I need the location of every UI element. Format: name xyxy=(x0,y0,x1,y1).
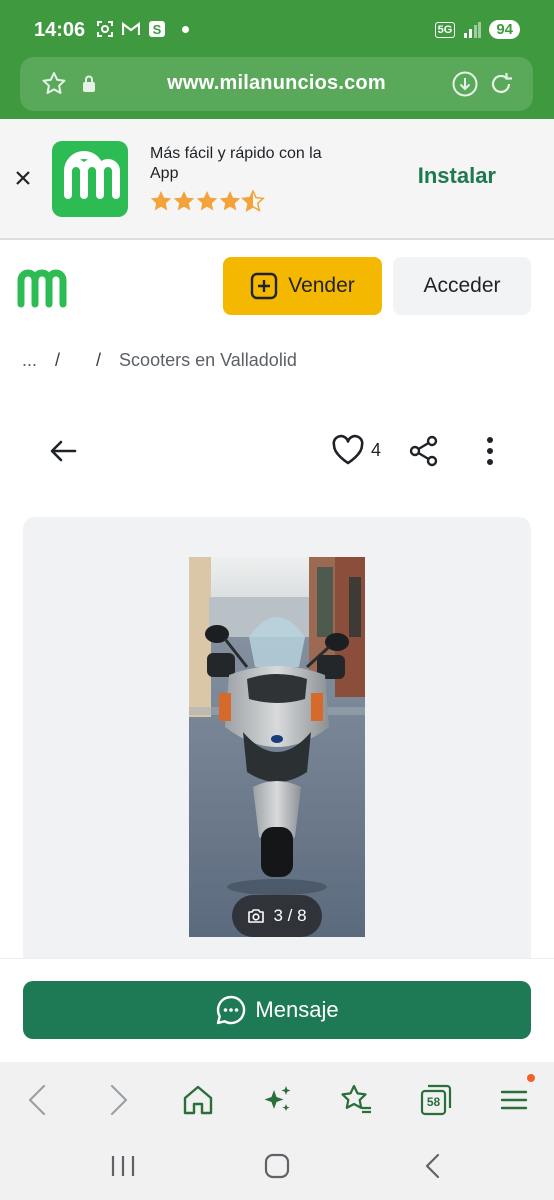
notification-icons: S xyxy=(96,20,189,38)
status-bar: 14:06 S 5G 94 xyxy=(0,0,554,56)
home-button-icon[interactable] xyxy=(262,1152,292,1180)
breadcrumb-separator: / xyxy=(55,350,61,370)
signal-icon xyxy=(464,21,482,38)
photo-counter: 3 / 8 xyxy=(232,895,322,937)
camera-icon xyxy=(248,909,265,923)
milanuncios-m-logo-icon xyxy=(64,151,120,199)
heart-icon[interactable] xyxy=(331,434,365,466)
home-icon[interactable] xyxy=(180,1082,216,1118)
breadcrumb-item-ellipsis[interactable]: ... xyxy=(22,350,37,371)
sparkle-icon[interactable] xyxy=(259,1082,295,1118)
menu-icon[interactable] xyxy=(496,1082,532,1118)
close-icon[interactable] xyxy=(14,169,32,187)
address-bar[interactable]: www.milanuncios.com xyxy=(20,57,533,111)
chat-bubble-icon xyxy=(217,995,246,1025)
download-icon[interactable] xyxy=(451,70,479,98)
message-label: Mensaje xyxy=(255,997,339,1022)
svg-text:S: S xyxy=(153,22,162,37)
system-back-icon[interactable] xyxy=(418,1152,448,1180)
screenshot-icon xyxy=(97,21,113,37)
recent-apps-icon[interactable] xyxy=(108,1152,138,1180)
sell-button[interactable]: Vender xyxy=(223,257,382,315)
sell-label: Vender xyxy=(288,274,355,297)
back-arrow-icon[interactable] xyxy=(48,436,78,466)
status-time: 14:06 xyxy=(34,19,86,41)
gmail-icon xyxy=(122,21,140,35)
app-s-icon: S xyxy=(149,21,165,37)
status-right: 5G 94 xyxy=(434,20,520,39)
browser-chrome: 14:06 S 5G 94 www.milanuncios.com xyxy=(0,0,554,119)
notification-dot xyxy=(182,25,189,33)
install-button[interactable]: Instalar xyxy=(418,163,496,189)
scooter-photo[interactable] xyxy=(189,557,365,937)
banner-title: Más fácil y rápido con la App xyxy=(150,145,322,182)
breadcrumb-separator: / xyxy=(96,350,102,370)
app-install-banner: Más fácil y rápido con la App Instalar xyxy=(0,119,554,240)
photo-gallery[interactable]: 3 / 8 xyxy=(23,517,531,977)
reload-icon[interactable] xyxy=(487,70,515,98)
forward-icon[interactable] xyxy=(100,1082,136,1118)
battery-level: 94 xyxy=(489,20,520,39)
share-icon[interactable] xyxy=(408,435,440,467)
add-square-icon xyxy=(251,272,278,300)
login-button[interactable]: Acceder xyxy=(393,257,531,315)
app-logo xyxy=(52,141,128,217)
favorites-count: 4 xyxy=(371,440,382,460)
tabs-count: 58 xyxy=(426,1095,441,1109)
milanuncios-logo-icon[interactable] xyxy=(16,264,71,308)
photo-counter-text: 3 / 8 xyxy=(273,906,307,925)
notification-dot xyxy=(527,1074,535,1082)
back-icon[interactable] xyxy=(20,1082,56,1118)
rating-stars-icon xyxy=(150,189,265,212)
breadcrumb: ... / / Scooters en Valladolid xyxy=(22,350,297,371)
rating-stars xyxy=(150,189,266,219)
tabs-icon[interactable]: 58 xyxy=(418,1082,454,1118)
message-button[interactable]: Mensaje xyxy=(23,981,531,1039)
network-badge: 5G xyxy=(434,21,456,38)
breadcrumb-item-category[interactable]: Scooters en Valladolid xyxy=(119,350,297,371)
more-vertical-icon[interactable] xyxy=(480,435,500,467)
bookmarks-icon[interactable] xyxy=(338,1082,374,1118)
